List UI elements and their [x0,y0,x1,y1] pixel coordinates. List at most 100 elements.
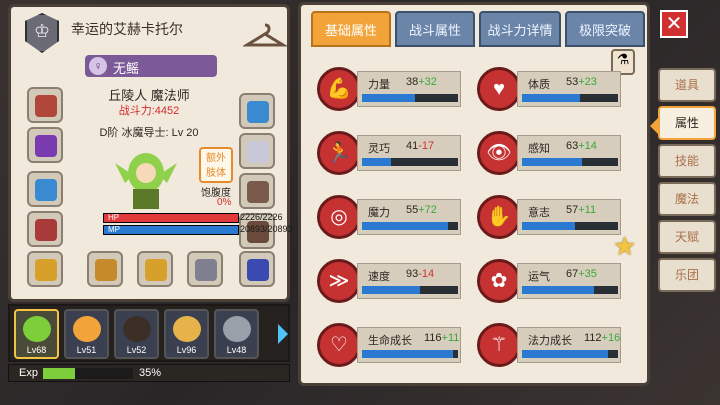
stat-value: 38+32 [406,76,437,88]
stat-row[interactable]: 🏃 灵巧 41-17 [317,131,467,181]
tab-combat-attributes[interactable]: 战斗属性 [395,11,475,47]
exp-fill [43,368,75,379]
party-member-card[interactable]: Lv52 [114,309,159,359]
crown-emblem-icon [25,13,59,53]
stats-panel: 基础属性 战斗属性 战斗力详情 极限突破 ⚗ 💪 力量 38+32 ♥ 体质 53+23 🏃… [298,2,650,386]
title-badge[interactable]: ♀ 无鳐 [85,55,217,77]
stat-box: 法力成长 112+16 [517,327,621,363]
stat-bonus: +32 [418,76,437,88]
side-tab[interactable]: 道具 [658,68,716,102]
stat-bar-fill [522,286,594,294]
stat-base: 57 [566,204,579,216]
party-member-card[interactable]: Lv51 [64,309,109,359]
life-growth-icon: ♡ [317,323,361,367]
equip-slot-spear[interactable] [87,251,123,287]
stat-bar [522,222,618,230]
hp-value: 2226/2226 [240,212,283,222]
party-member-level: Lv48 [226,345,247,355]
tab-power-details[interactable]: 战斗力详情 [479,11,561,47]
stat-bar-fill [362,222,449,230]
party-member-card[interactable]: Lv96 [164,309,209,359]
stat-bar [362,158,458,166]
party-member-card[interactable]: Lv48 [214,309,259,359]
stat-value: 112+16 [584,332,620,344]
stat-name: 魔力 [368,207,390,219]
stat-name: 体质 [528,79,550,91]
stat-row[interactable]: ◎ 魔力 55+72 [317,195,467,245]
title-text: 无鳐 [113,61,140,76]
stat-name: 意志 [528,207,550,219]
exp-value: 35% [139,367,162,379]
side-tab[interactable]: 乐团 [658,258,716,292]
stat-bonus: -17 [418,140,435,152]
stat-bar [362,94,458,102]
side-tab[interactable]: 天赋 [658,220,716,254]
equip-slot-glove[interactable] [239,133,275,169]
hanger-icon[interactable] [243,21,287,51]
equip-slot-ring[interactable] [27,251,63,287]
stat-base: 116 [424,332,442,344]
stat-row[interactable]: ≫ 速度 93-14 [317,259,467,309]
mp-label: MP [108,225,120,234]
stat-bar [362,222,458,230]
female-icon: ♀ [89,57,107,75]
party-member-portrait [23,316,51,342]
stat-bar-fill [522,222,575,230]
side-tab[interactable]: 技能 [658,144,716,178]
side-tab[interactable]: 魔法 [658,182,716,216]
perception-icon: 👁 [477,131,521,175]
speed-icon: ≫ [317,259,361,303]
stat-bar [362,350,458,358]
strength-icon: 💪 [317,67,361,111]
stat-bonus: +14 [578,140,597,152]
stat-row[interactable]: 👁 感知 63+14 [477,131,627,181]
stat-name: 法力成长 [528,335,572,347]
party-next-arrow-icon[interactable] [278,324,288,344]
stat-value: 63+14 [566,140,597,152]
party-member-level: Lv96 [176,345,197,355]
party-member-level: Lv51 [76,345,97,355]
equip-slot-gun[interactable] [187,251,223,287]
character-panel: 幸运的艾赫卡托尔 ♀ 无鳐 丘陵人 魔法师 战斗力:4452 D阶 冰魔导士: … [8,4,293,302]
equip-slot-armor[interactable] [27,211,63,247]
equip-slot-bracer[interactable] [239,173,275,209]
stat-row[interactable]: ✋ 意志 57+11 [477,195,627,245]
equip-slot-weapon[interactable] [27,171,63,207]
agility-icon: 🏃 [317,131,361,175]
stat-box: 感知 63+14 [517,135,621,171]
stat-box: 体质 53+23 [517,71,621,107]
star-icon[interactable]: ★ [613,231,636,262]
stat-row[interactable]: ✿ 运气 67+35 [477,259,627,309]
equip-slot-chest[interactable] [27,87,63,123]
stat-row[interactable]: ⚚ 法力成长 112+16 [477,323,627,373]
equip-slot-belt[interactable] [27,127,63,163]
character-sprite [115,153,177,209]
stat-bar-fill [522,94,580,102]
party-member-card[interactable]: Lv68 [14,309,59,359]
extra-body-button[interactable]: 额外 肢体 [199,147,233,183]
extra-body-label-1: 额外 [206,153,226,164]
character-name: 幸运的艾赫卡托尔 [71,21,183,37]
stat-name: 生命成长 [368,335,412,347]
hp-bar: HP 2226/2226 [103,212,283,223]
constitution-icon: ♥ [477,67,521,111]
side-tab[interactable]: 属性 [658,106,716,140]
stat-bar [522,286,618,294]
close-button[interactable]: ✕ [660,10,688,38]
mp-bar-fill [104,226,238,234]
tab-basic-attributes[interactable]: 基础属性 [311,11,391,47]
stat-name: 运气 [528,271,550,283]
stat-row[interactable]: ♥ 体质 53+23 [477,67,627,117]
equip-slot-amulet[interactable] [239,251,275,287]
stat-base: 63 [566,140,579,152]
stat-value: 41-17 [406,140,434,152]
equip-slot-potion[interactable] [239,93,275,129]
stat-bar [362,286,458,294]
stat-row[interactable]: ♡ 生命成长 116+11 [317,323,467,373]
mp-bar: MP 20893/20893 [103,224,293,235]
equip-slot-horn[interactable] [137,251,173,287]
stat-bar-fill [362,350,454,358]
stat-row[interactable]: 💪 力量 38+32 [317,67,467,117]
tab-limit-break[interactable]: 极限突破 [565,11,645,47]
stat-value: 93-14 [406,268,434,280]
